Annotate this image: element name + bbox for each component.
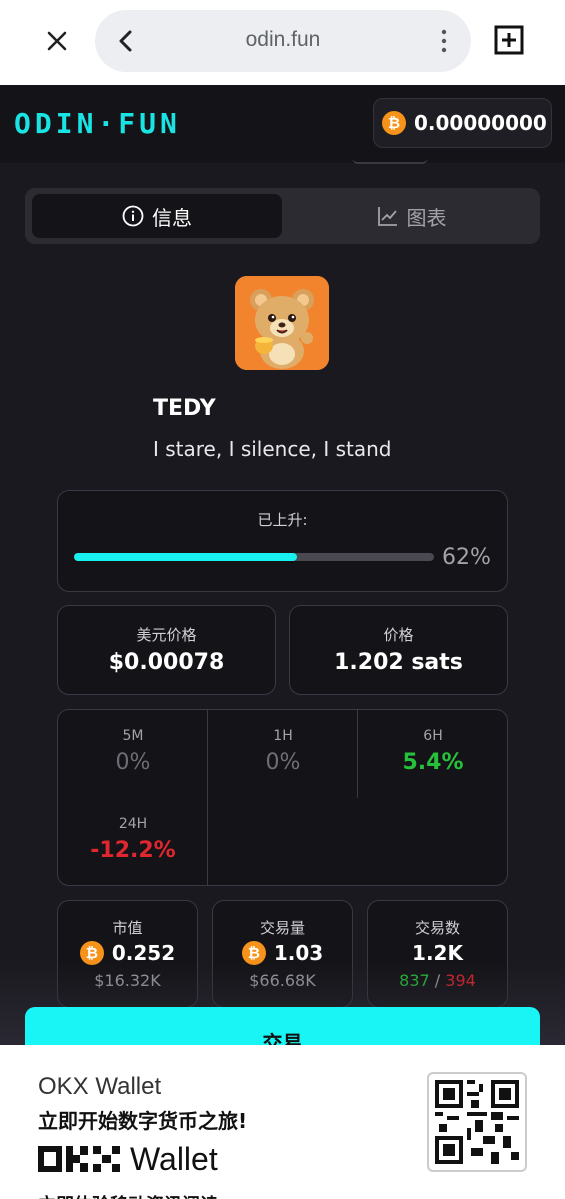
bonding-progress-card: 已上升: 62%	[57, 490, 508, 592]
market-cap-btc-value: 0.252	[111, 941, 176, 965]
token-name: TEDY	[153, 396, 216, 421]
chart-icon	[377, 207, 397, 226]
okx-logo-icon	[38, 1146, 120, 1172]
bitcoin-icon: ₿	[79, 941, 104, 965]
trades-count: 1.2K	[412, 941, 463, 965]
market-cap-card: 市值 ₿ 0.252 $16.32K	[57, 900, 198, 1008]
progress-percent: 62%	[442, 545, 491, 570]
trades-label: 交易数	[414, 919, 460, 937]
close-icon[interactable]	[40, 24, 74, 58]
token-description: I stare, I silence, I stand	[153, 437, 392, 461]
trades-card: 交易数 1.2K 837 / 394	[367, 900, 508, 1008]
change-value: -12.2%	[90, 838, 176, 863]
ad-title: OKX Wallet	[38, 1073, 162, 1100]
teddy-bear-icon	[235, 276, 329, 370]
tab-info[interactable]: 信息	[32, 194, 282, 238]
change-5m: 5M 0%	[58, 728, 208, 775]
ad-subtitle: 立即开始数字货币之旅!	[38, 1109, 248, 1133]
divider	[507, 710, 508, 798]
sell-count: 394	[445, 971, 476, 990]
trades-buys-sells: 837 / 394	[368, 971, 507, 990]
usd-price-value: $0.00078	[108, 650, 225, 675]
ad-footer-text: 立即体验移动资讯阅读	[38, 1191, 218, 1199]
view-tabs: 信息 图表	[25, 188, 540, 244]
volume-label: 交易量	[259, 919, 305, 937]
change-period: 1H	[273, 728, 293, 744]
usd-price-card: 美元价格 $0.00078	[57, 605, 276, 695]
okx-wallet-ad[interactable]: OKX Wallet 立即开始数字货币之旅! Wallet 立即体验移动资讯阅读	[0, 1045, 565, 1199]
market-cap-btc: ₿ 0.252	[58, 941, 197, 965]
token-avatar	[235, 276, 329, 370]
ad-logo-text: Wallet	[130, 1140, 218, 1177]
progress-label: 已上升:	[257, 511, 308, 529]
url-text[interactable]: odin.fun	[95, 28, 471, 52]
bitcoin-icon: ₿	[382, 111, 406, 135]
sats-price-label: 价格	[383, 626, 414, 644]
progress-bar-fill	[74, 553, 298, 561]
change-value: 5.4%	[402, 750, 464, 775]
usd-price-label: 美元价格	[136, 626, 197, 644]
more-vert-icon[interactable]	[439, 26, 449, 56]
change-period: 24H	[118, 816, 148, 832]
balance-amount: 0.00000000	[414, 111, 547, 135]
volume-card: 交易量 ₿ 1.03 $66.68K	[212, 900, 353, 1008]
change-period: 5M	[122, 728, 144, 744]
tab-chart-label: 图表	[406, 205, 447, 230]
sats-price-value: 1.202 sats	[334, 650, 463, 675]
wallet-balance-button[interactable]: ₿ 0.00000000	[373, 98, 552, 148]
info-icon	[122, 205, 144, 227]
new-tab-icon[interactable]	[493, 24, 525, 56]
volume-btc: ₿ 1.03	[213, 941, 352, 965]
change-value: 0%	[265, 750, 301, 775]
bitcoin-icon: ₿	[241, 941, 266, 965]
change-1h: 1H 0%	[208, 728, 358, 775]
tab-chart[interactable]: 图表	[290, 194, 533, 238]
market-cap-label: 市值	[112, 919, 143, 937]
qr-code-icon	[427, 1072, 527, 1172]
okx-logo: Wallet	[38, 1140, 218, 1177]
volume-usd: $66.68K	[249, 971, 316, 990]
scroll-indicator	[352, 158, 428, 164]
volume-btc-value: 1.03	[273, 941, 324, 965]
browser-toolbar: odin.fun	[0, 0, 565, 85]
market-cap-usd: $16.32K	[94, 971, 161, 990]
odin-fun-logo[interactable]: ODIN·FUN	[14, 107, 181, 140]
price-changes-card: 5M 0% 1H 0% 6H 5.4% 24H -12.2%	[57, 709, 508, 886]
site-header: ODIN·FUN ₿ 0.00000000	[0, 85, 565, 163]
change-24h: 24H -12.2%	[58, 816, 208, 863]
buy-count: 837	[399, 971, 430, 990]
progress-bar	[74, 553, 434, 561]
change-6h: 6H 5.4%	[358, 728, 507, 775]
separator: /	[434, 971, 441, 990]
tab-info-label: 信息	[152, 205, 192, 230]
address-bar[interactable]: odin.fun	[95, 10, 471, 72]
change-value: 0%	[115, 750, 151, 775]
sats-price-card: 价格 1.202 sats	[289, 605, 508, 695]
change-period: 6H	[423, 728, 443, 744]
